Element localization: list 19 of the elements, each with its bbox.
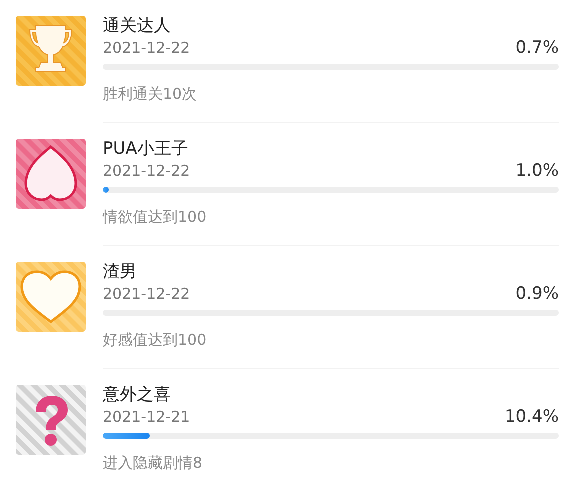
achievement-description: 情欲值达到100 [103,207,208,227]
achievement-title: 通关达人 [103,16,172,36]
question-icon [16,385,86,455]
percentage: 0.9% [516,284,559,304]
achievement-description: 胜利通关10次 [103,84,198,104]
percentage: 10.4% [504,407,559,427]
achievement-title: PUA小王子 [103,139,190,159]
trophy-icon [16,16,86,86]
percentage: 1.0% [516,161,559,181]
achievement-title: 意外之喜 [103,385,172,405]
achievement-title: 渣男 [103,262,138,282]
achievement-date: 2021-12-21 [103,407,190,427]
achievement-description: 好感值达到100 [103,330,208,350]
achievement-description: 进入隐藏剧情8 [103,453,204,473]
achievement-date: 2021-12-22 [103,284,190,304]
percentage: 0.7% [516,38,559,58]
achievement-date: 2021-12-22 [103,161,190,181]
achievement-date: 2021-12-22 [103,38,190,58]
peach-icon [16,139,86,209]
